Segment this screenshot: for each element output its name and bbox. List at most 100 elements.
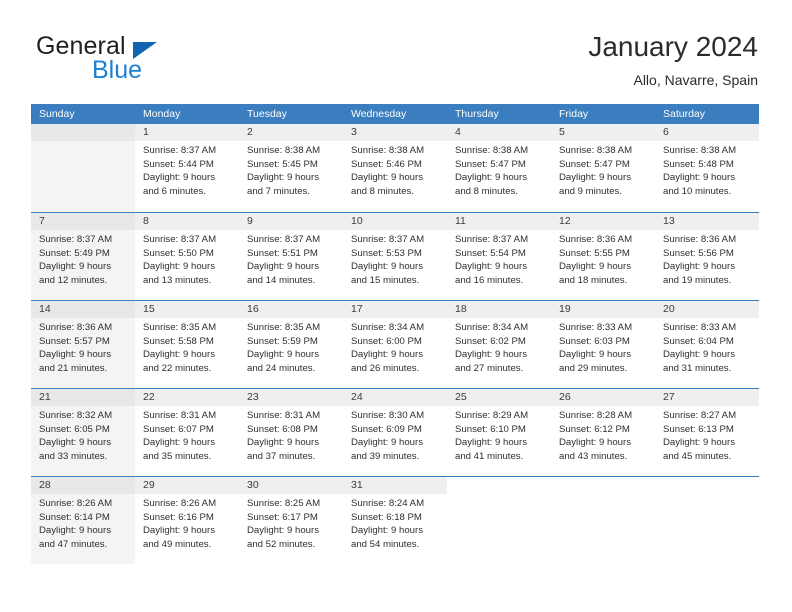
day-detail-line: Sunrise: 8:26 AM [143,498,217,509]
calendar-day-cell[interactable]: 22 Sunrise: 8:31 AM Sunset: 6:07 PM Dayligh… [135,389,239,476]
calendar-day-cell[interactable]: 3 Sunrise: 8:38 AM Sunset: 5:46 PM Daylight… [343,124,447,212]
calendar-day-cell[interactable]: 7 Sunrise: 8:37 AM Sunset: 5:49 PM Daylight… [31,213,135,300]
day-number-band: 12 [551,213,655,230]
calendar-day-cell[interactable]: 28 Sunrise: 8:26 AM Sunset: 6:14 PM Dayligh… [31,477,135,564]
calendar-day-cell[interactable]: 14 Sunrise: 8:36 AM Sunset: 5:57 PM Dayligh… [31,301,135,388]
calendar-day-cell[interactable]: 5 Sunrise: 8:38 AM Sunset: 5:47 PM Daylight… [551,124,655,212]
day-number: 21 [39,391,51,403]
day-number-band: 14 [31,301,135,318]
weekday-header-saturday: Saturday [663,108,706,120]
brand-logo[interactable]: General Blue [31,30,251,90]
day-detail-line: Sunrise: 8:25 AM [247,498,321,509]
day-detail-lines: Sunrise: 8:38 AM Sunset: 5:46 PM Daylight:… [343,141,447,198]
calendar-day-empty [655,477,759,564]
day-detail-line: Sunrise: 8:36 AM [39,322,113,333]
day-detail-line: Sunrise: 8:37 AM [247,234,321,245]
calendar-page: General Blue January 2024 Allo, Navarre,… [0,0,792,612]
calendar-day-cell[interactable]: 26 Sunrise: 8:28 AM Sunset: 6:12 PM Dayligh… [551,389,655,476]
calendar-day-cell[interactable]: 4 Sunrise: 8:38 AM Sunset: 5:47 PM Daylight… [447,124,551,212]
calendar-day-cell[interactable]: 19 Sunrise: 8:33 AM Sunset: 6:03 PM Dayligh… [551,301,655,388]
day-detail-line: and 16 minutes. [455,274,524,286]
day-number: 23 [247,391,259,403]
day-detail-line: Daylight: 9 hours [663,437,735,449]
day-detail-lines: Sunrise: 8:38 AM Sunset: 5:47 PM Daylight:… [551,141,655,198]
calendar-day-cell[interactable]: 24 Sunrise: 8:30 AM Sunset: 6:09 PM Dayligh… [343,389,447,476]
day-number-band: 23 [239,389,343,406]
day-number-band: 29 [135,477,239,494]
day-detail-line: Sunrise: 8:27 AM [663,410,737,421]
day-detail-line: Sunset: 5:47 PM [455,158,526,170]
calendar-day-cell[interactable]: 29 Sunrise: 8:26 AM Sunset: 6:16 PM Dayligh… [135,477,239,564]
day-detail-line: Daylight: 9 hours [663,261,735,273]
day-detail-line: Sunrise: 8:38 AM [559,145,633,156]
day-detail-line: and 43 minutes. [559,450,628,462]
day-detail-line: Daylight: 9 hours [455,261,527,273]
day-number: 16 [247,303,259,315]
calendar-day-cell[interactable]: 25 Sunrise: 8:29 AM Sunset: 6:10 PM Dayligh… [447,389,551,476]
day-detail-line: Sunrise: 8:33 AM [559,322,633,333]
calendar-day-cell[interactable]: 8 Sunrise: 8:37 AM Sunset: 5:50 PM Daylight… [135,213,239,300]
calendar-day-cell[interactable]: 16 Sunrise: 8:35 AM Sunset: 5:59 PM Dayligh… [239,301,343,388]
day-detail-line: Daylight: 9 hours [143,437,215,449]
calendar-day-cell[interactable]: 23 Sunrise: 8:31 AM Sunset: 6:08 PM Dayligh… [239,389,343,476]
weekday-header-thursday: Thursday [455,108,499,120]
calendar-day-cell[interactable]: 6 Sunrise: 8:38 AM Sunset: 5:48 PM Daylight… [655,124,759,212]
day-detail-lines: Sunrise: 8:38 AM Sunset: 5:48 PM Daylight:… [655,141,759,198]
day-detail-line: Sunrise: 8:38 AM [247,145,321,156]
day-detail-line: and 21 minutes. [39,362,108,374]
day-detail-line: Sunrise: 8:36 AM [663,234,737,245]
calendar-day-cell[interactable]: 13 Sunrise: 8:36 AM Sunset: 5:56 PM Dayligh… [655,213,759,300]
day-detail-line: and 27 minutes. [455,362,524,374]
day-number-band: 20 [655,301,759,318]
day-detail-line: Daylight: 9 hours [247,172,319,184]
day-number: 7 [39,215,45,227]
day-detail-line: and 41 minutes. [455,450,524,462]
calendar-day-cell[interactable]: 12 Sunrise: 8:36 AM Sunset: 5:55 PM Dayligh… [551,213,655,300]
day-detail-line: Sunset: 6:14 PM [39,511,110,523]
day-detail-lines: Sunrise: 8:35 AM Sunset: 5:59 PM Daylight:… [239,318,343,375]
day-detail-lines: Sunrise: 8:38 AM Sunset: 5:47 PM Daylight:… [447,141,551,198]
calendar-grid: Sunday Monday Tuesday Wednesday Thursday Frid… [31,104,759,564]
brand-blue-text: Blue [92,56,143,84]
calendar-week-row: 7 Sunrise: 8:37 AM Sunset: 5:49 PM Daylight… [31,212,759,300]
day-detail-lines: Sunrise: 8:26 AM Sunset: 6:14 PM Daylight:… [31,494,135,551]
calendar-day-cell[interactable]: 1 Sunrise: 8:37 AM Sunset: 5:44 PM Daylight… [135,124,239,212]
day-detail-line: and 13 minutes. [143,274,212,286]
day-detail-line: Daylight: 9 hours [351,525,423,537]
calendar-day-cell[interactable]: 18 Sunrise: 8:34 AM Sunset: 6:02 PM Dayligh… [447,301,551,388]
day-detail-lines: Sunrise: 8:26 AM Sunset: 6:16 PM Daylight:… [135,494,239,551]
day-detail-line: Daylight: 9 hours [559,349,631,361]
calendar-day-cell[interactable]: 17 Sunrise: 8:34 AM Sunset: 6:00 PM Dayligh… [343,301,447,388]
calendar-day-cell[interactable]: 10 Sunrise: 8:37 AM Sunset: 5:53 PM Dayligh… [343,213,447,300]
page-title: January 2024 [588,31,758,62]
day-number: 14 [39,303,51,315]
calendar-week-row: 21 Sunrise: 8:32 AM Sunset: 6:05 PM Dayligh… [31,388,759,476]
day-number-band: 9 [239,213,343,230]
calendar-day-cell[interactable]: 21 Sunrise: 8:32 AM Sunset: 6:05 PM Dayligh… [31,389,135,476]
calendar-day-cell[interactable]: 30 Sunrise: 8:25 AM Sunset: 6:17 PM Dayligh… [239,477,343,564]
day-number-band: 30 [239,477,343,494]
day-detail-line: and 8 minutes. [455,185,518,197]
day-number: 11 [455,215,466,227]
day-detail-lines: Sunrise: 8:35 AM Sunset: 5:58 PM Daylight:… [135,318,239,375]
calendar-day-cell[interactable]: 9 Sunrise: 8:37 AM Sunset: 5:51 PM Daylight… [239,213,343,300]
day-number-band: 31 [343,477,447,494]
day-detail-line: Sunrise: 8:38 AM [663,145,737,156]
calendar-day-cell[interactable]: 31 Sunrise: 8:24 AM Sunset: 6:18 PM Dayligh… [343,477,447,564]
day-detail-line: Daylight: 9 hours [143,172,215,184]
calendar-day-cell[interactable]: 15 Sunrise: 8:35 AM Sunset: 5:58 PM Dayligh… [135,301,239,388]
day-detail-line: Daylight: 9 hours [351,349,423,361]
calendar-day-empty [31,124,135,212]
day-number: 13 [663,215,675,227]
day-detail-lines: Sunrise: 8:34 AM Sunset: 6:02 PM Daylight:… [447,318,551,375]
day-detail-lines: Sunrise: 8:30 AM Sunset: 6:09 PM Daylight:… [343,406,447,463]
calendar-day-cell[interactable]: 27 Sunrise: 8:27 AM Sunset: 6:13 PM Dayligh… [655,389,759,476]
day-number: 20 [663,303,675,315]
day-detail-line: Sunset: 6:18 PM [351,511,422,523]
day-number: 28 [39,479,51,491]
calendar-day-cell[interactable]: 2 Sunrise: 8:38 AM Sunset: 5:45 PM Daylight… [239,124,343,212]
calendar-day-cell[interactable]: 20 Sunrise: 8:33 AM Sunset: 6:04 PM Dayligh… [655,301,759,388]
day-detail-line: Sunrise: 8:35 AM [143,322,217,333]
calendar-day-cell[interactable]: 11 Sunrise: 8:37 AM Sunset: 5:54 PM Dayligh… [447,213,551,300]
day-number: 18 [455,303,467,315]
